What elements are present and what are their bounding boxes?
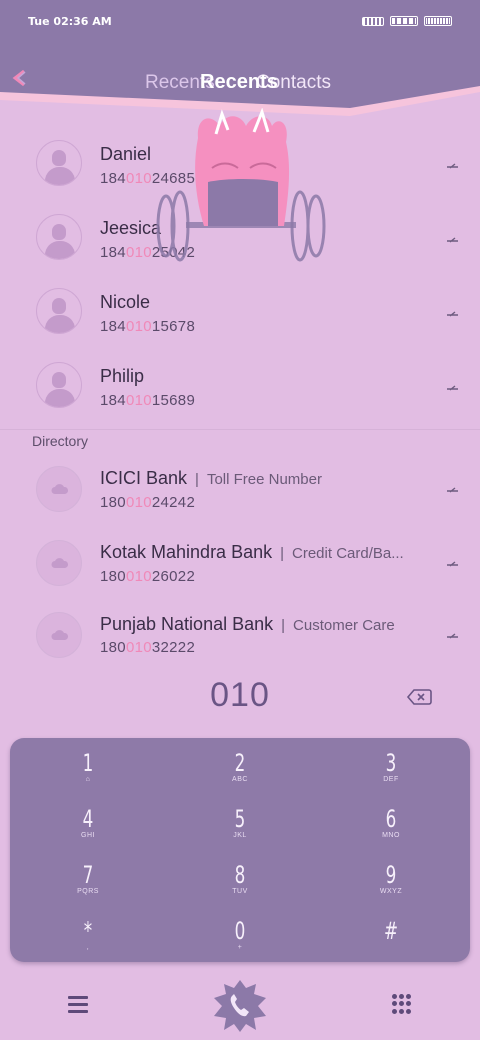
contact-number: 18401015689 <box>100 392 196 409</box>
call-log-icon[interactable] <box>446 558 460 568</box>
key-hash[interactable]: # <box>316 918 466 974</box>
call-log-icon[interactable] <box>446 382 460 392</box>
status-icons <box>362 16 452 26</box>
avatar <box>36 214 82 260</box>
call-log-icon[interactable] <box>446 160 460 170</box>
list-item[interactable]: Nicole 18401015678 <box>0 276 480 350</box>
dialpad-icon[interactable] <box>392 994 412 1014</box>
key-2[interactable]: 2 ABC <box>165 750 315 806</box>
dialpad: 1 ⌂ 2 ABC 3 DEF 4 GHI 5 JKL 6 MNO 7 PQRS 8 TUV 9… <box>10 738 470 962</box>
contact-number: 18401025042 <box>100 244 196 261</box>
directory-number: 18001032222 <box>100 639 196 656</box>
key-1[interactable]: 1 ⌂ <box>13 750 163 806</box>
backspace-icon[interactable] <box>406 688 432 706</box>
list-item[interactable]: Jeesica 18401025042 <box>0 202 480 276</box>
header: Recents Contacts Recents <box>0 44 480 118</box>
divider <box>0 429 480 430</box>
wifi-icon <box>390 16 418 26</box>
key-7[interactable]: 7 PQRS <box>13 862 163 918</box>
call-log-icon[interactable] <box>446 234 460 244</box>
list-item[interactable]: Punjab National Bank | Customer Care 18001… <box>0 602 480 658</box>
key-8[interactable]: 8 TUV <box>165 862 315 918</box>
call-log-icon[interactable] <box>446 308 460 318</box>
voicemail-icon: ⌂ <box>85 776 91 783</box>
avatar <box>36 140 82 186</box>
list-item[interactable]: Kotak Mahindra Bank | Credit Card/Ba... 18… <box>0 528 480 602</box>
contact-name: Nicole <box>100 292 151 312</box>
contact-name: Philip <box>100 366 145 386</box>
directory-name: ICICI Bank | Toll Free Number <box>100 468 322 488</box>
section-label-directory: Directory <box>32 433 89 449</box>
avatar <box>36 362 82 408</box>
list-item[interactable]: Philip 18401015689 <box>0 350 480 424</box>
key-3[interactable]: 3 DEF <box>316 750 466 806</box>
phone-icon[interactable] <box>210 976 270 1036</box>
list-item[interactable]: ICICI Bank | Toll Free Number 18001024242 <box>0 454 480 528</box>
avatar <box>36 288 82 334</box>
key-6[interactable]: 6 MNO <box>316 806 466 862</box>
call-log-icon[interactable] <box>446 484 460 494</box>
key-star[interactable]: *, <box>13 918 163 974</box>
battery-icon <box>424 16 452 26</box>
key-9[interactable]: 9 WXYZ <box>316 862 466 918</box>
avatar <box>36 540 82 586</box>
list-item[interactable]: Daniel 18401024685 <box>0 128 480 202</box>
status-time: Tue 02:36 AM <box>28 15 112 28</box>
directory-name: Punjab National Bank | Customer Care <box>100 614 395 634</box>
key-5[interactable]: 5 JKL <box>165 806 315 862</box>
contact-name: Daniel <box>100 144 152 164</box>
status-bar: Tue 02:36 AM <box>0 0 480 44</box>
bottom-bar <box>0 970 480 1040</box>
menu-icon[interactable] <box>68 996 90 1014</box>
avatar <box>36 612 82 658</box>
directory-number: 18001026022 <box>100 568 196 585</box>
directory-number: 18001024242 <box>100 494 196 511</box>
key-4[interactable]: 4 GHI <box>13 806 163 862</box>
tab-recents[interactable]: Recents <box>200 71 278 94</box>
key-0[interactable]: 0 + <box>165 918 315 974</box>
avatar <box>36 466 82 512</box>
signal-icon <box>362 16 384 26</box>
directory-name: Kotak Mahindra Bank | Credit Card/Ba... <box>100 542 404 562</box>
call-log-icon[interactable] <box>446 630 460 640</box>
contact-number: 18401024685 <box>100 170 196 187</box>
contact-name: Jeesica <box>100 218 162 238</box>
back-arrow-icon[interactable] <box>10 68 30 88</box>
contact-number: 18401015678 <box>100 318 196 335</box>
